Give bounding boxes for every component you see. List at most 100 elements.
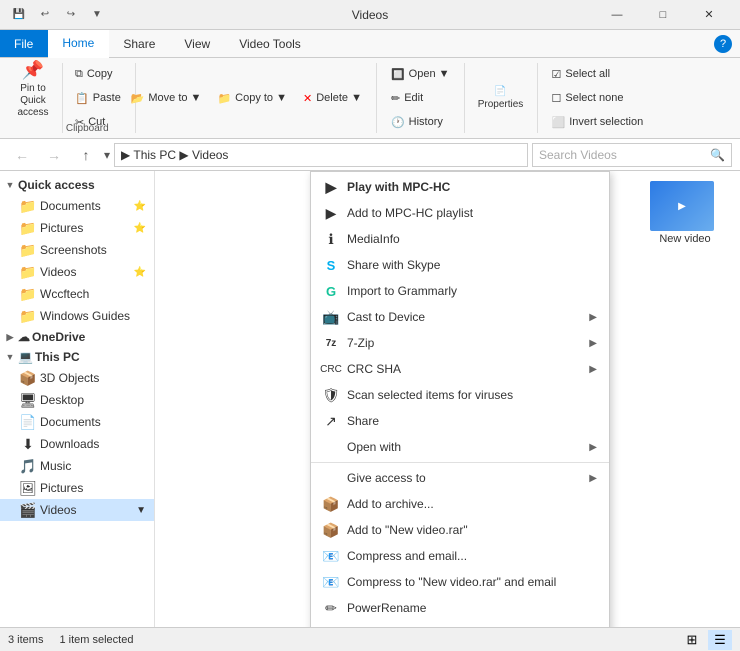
ribbon-tabs: File Home Share View Video Tools ? [0,30,740,58]
list-view-btn[interactable]: ☰ [708,630,732,650]
sidebar-item-windows-guides[interactable]: 📁 Windows Guides [0,305,154,327]
file-item[interactable]: ▶ New video [650,181,720,245]
delete-btn[interactable]: ✕ Delete ▼ [297,87,368,109]
back-btn[interactable]: ← [8,143,36,167]
skype-icon: S [323,257,339,273]
cast-arrow: ▶ [589,312,597,323]
context-menu: ▶ Play with MPC-HC ▶ Add to MPC-HC playl… [310,171,610,627]
sidebar-item-videos[interactable]: 🎬 Videos ▼ [0,499,154,521]
pin-quick-access-btn[interactable]: 📌 Pin to Quick access [8,63,58,115]
ctx-scan[interactable]: 🛡 Scan selected items for viruses [311,382,609,408]
edit-icon: ✏ [391,92,400,105]
ctx-cast[interactable]: 📺 Cast to Device ▶ [311,304,609,330]
view-controls: ⊞ ☰ [680,630,732,650]
select-all-btn[interactable]: ☑ Select all [546,63,650,85]
ctx-7zip[interactable]: 7z 7-Zip ▶ [311,330,609,356]
crc-icon: CRC [323,361,339,377]
docs-pc-icon: 📄 [20,414,36,430]
select-none-icon: ☐ [552,92,562,105]
sidebar-item-pictures-pc[interactable]: 🖼 Pictures [0,477,154,499]
quick-access-header[interactable]: ▼ Quick access [0,175,154,195]
ctx-power-rename[interactable]: ✏ PowerRename [311,595,609,621]
quick-redo-btn[interactable]: ↪ [60,4,82,26]
copy-to-btn[interactable]: 📁 Copy to ▼ [211,87,293,109]
this-pc-header[interactable]: ▼ 💻 This PC [0,347,154,367]
ctx-compress-email[interactable]: 📧 Compress and email... [311,543,609,569]
crc-arrow: ▶ [589,364,597,375]
desktop-icon: 🖥 [20,392,36,408]
invert-selection-btn[interactable]: ⬜ Invert selection [546,111,650,133]
edit-btn[interactable]: ✏ Edit [385,87,456,109]
main-layout: ▼ Quick access 📁 Documents ⭐ 📁 Pictures … [0,171,740,627]
quick-menu-btn[interactable]: ▼ [86,4,108,26]
sidebar-item-desktop[interactable]: 🖥 Desktop [0,389,154,411]
tab-home[interactable]: Home [48,30,109,58]
items-selected: 1 item selected [59,634,133,646]
search-icon: 🔍 [710,148,725,162]
sidebar-item-documents-pc[interactable]: 📄 Documents [0,411,154,433]
tab-share[interactable]: Share [109,30,170,57]
sidebar-item-screenshots[interactable]: 📁 Screenshots [0,239,154,261]
minimize-btn[interactable]: — [594,0,640,30]
onedrive-header[interactable]: ▶ ☁ OneDrive [0,327,154,347]
sidebar-item-music[interactable]: 🎵 Music [0,455,154,477]
history-btn[interactable]: 🕐 History [385,111,456,133]
compress-rar-icon: 📧 [323,574,339,590]
address-input[interactable]: ▶ This PC ▶ Videos [114,143,528,167]
forward-btn[interactable]: → [40,143,68,167]
ctx-compress-rar-email[interactable]: 📧 Compress to "New video.rar" and email [311,569,609,595]
pics-pc-icon: 🖼 [20,480,36,496]
clipboard-label: Clipboard [66,123,109,134]
window-title: Videos [352,8,388,22]
select-none-btn[interactable]: ☐ Select none [546,87,650,109]
file-thumbnail: ▶ [650,181,714,231]
open-properties-btn[interactable]: 🔲 Open ▼ [385,63,456,85]
pc-expander: ▼ [4,351,16,363]
ctx-mediainfo[interactable]: ℹ MediaInfo [311,226,609,252]
sidebar-item-wccftech[interactable]: 📁 Wccftech [0,283,154,305]
ctx-crc[interactable]: CRC CRC SHA ▶ [311,356,609,382]
grid-view-btn[interactable]: ⊞ [680,630,704,650]
invert-icon: ⬜ [552,116,566,129]
ctx-add-mpc[interactable]: ▶ Add to MPC-HC playlist [311,200,609,226]
ctx-skype[interactable]: S Share with Skype [311,252,609,278]
cast-icon: 📺 [323,309,339,325]
recent-locations-btn[interactable]: ▾ [104,148,110,162]
quick-undo-btn[interactable]: ↩ [34,4,56,26]
ctx-open-with[interactable]: Open with ▶ [311,434,609,460]
help-btn[interactable]: ? [714,35,732,53]
sidebar-item-downloads[interactable]: ⬇ Downloads [0,433,154,455]
ctx-grammarly[interactable]: G Import to Grammarly [311,278,609,304]
ctx-restore[interactable]: Restore previous versions [311,621,609,627]
up-btn[interactable]: ↑ [72,143,100,167]
add-mpc-icon: ▶ [323,205,339,221]
sidebar-item-documents[interactable]: 📁 Documents ⭐ [0,195,154,217]
sidebar-item-pictures[interactable]: 📁 Pictures ⭐ [0,217,154,239]
ctx-add-rar[interactable]: 📦 Add to "New video.rar" [311,517,609,543]
ribbon-content: 📌 Pin to Quick access ⧉ Copy 📋 Paste ✂ C… [0,58,740,138]
maximize-btn[interactable]: □ [640,0,686,30]
move-to-btn[interactable]: 📂 Move to ▼ [125,87,208,109]
properties-main-icon: 📄 [494,86,506,97]
videos-scroll: ▼ [136,505,146,516]
window-controls: — □ ✕ [594,0,732,30]
sidebar-item-videos-qa[interactable]: 📁 Videos ⭐ [0,261,154,283]
ctx-add-archive[interactable]: 📦 Add to archive... [311,491,609,517]
ctx-share[interactable]: ↗ Share [311,408,609,434]
tab-video-tools[interactable]: Video Tools [225,30,316,57]
tab-view[interactable]: View [170,30,225,57]
quick-access-bar: 💾 ↩ ↪ ▼ [8,4,108,26]
properties-main-btn[interactable]: 📄 Properties [473,68,529,128]
quick-save-btn[interactable]: 💾 [8,4,30,26]
documents-icon: 📁 [20,198,36,214]
ctx-give-access[interactable]: Give access to ▶ [311,465,609,491]
move-icon: 📂 [131,92,145,105]
add-archive-icon: 📦 [323,496,339,512]
ctx-play-mpc[interactable]: ▶ Play with MPC-HC [311,174,609,200]
compress-icon: 📧 [323,548,339,564]
close-btn[interactable]: ✕ [686,0,732,30]
tab-file[interactable]: File [0,30,48,57]
sidebar-item-3d[interactable]: 📦 3D Objects [0,367,154,389]
search-input[interactable]: Search Videos 🔍 [532,143,732,167]
title-bar: 💾 ↩ ↪ ▼ Videos — □ ✕ [0,0,740,30]
